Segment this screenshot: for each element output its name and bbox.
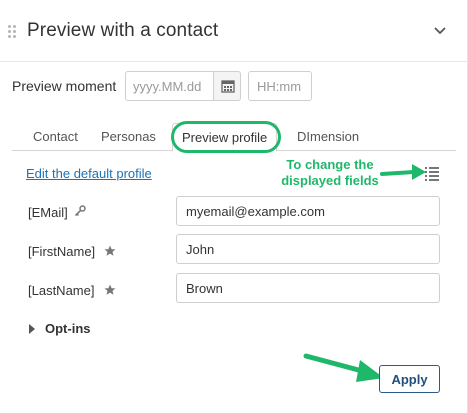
tab-preview-profile[interactable]: Preview profile — [172, 123, 278, 152]
edit-default-profile-link[interactable]: Edit the default profile — [26, 166, 152, 181]
preview-time-input[interactable] — [248, 71, 312, 101]
drag-handle-icon[interactable] — [8, 25, 18, 41]
tab-contact[interactable]: Contact — [24, 123, 87, 151]
firstname-field[interactable] — [176, 234, 440, 264]
email-field[interactable] — [176, 196, 440, 226]
apply-button[interactable]: Apply — [379, 365, 440, 393]
email-field-label: [EMail] — [28, 205, 68, 220]
key-icon — [74, 205, 86, 217]
lastname-field[interactable] — [176, 273, 440, 303]
preview-date-input[interactable] — [125, 71, 213, 101]
calendar-icon — [221, 80, 235, 93]
panel-title: Preview with a contact — [27, 20, 219, 41]
calendar-button[interactable] — [213, 71, 241, 101]
caret-right-icon — [29, 324, 35, 334]
annotation-arrow-icon — [303, 353, 384, 382]
firstname-field-label: [FirstName] — [28, 244, 96, 259]
annotation-arrow-icon — [380, 164, 426, 180]
star-icon — [104, 245, 116, 256]
preview-panel: Preview with a contact Preview moment Co… — [0, 0, 468, 413]
panel-header: Preview with a contact — [0, 0, 468, 62]
optins-label: Opt-ins — [45, 321, 91, 336]
annotation-text: To change the displayed fields — [281, 157, 379, 188]
chevron-down-icon[interactable] — [432, 24, 448, 38]
tab-bar: Contact Personas Preview profile DImensi… — [12, 123, 456, 152]
preview-moment-label: Preview moment — [12, 78, 117, 94]
star-icon — [104, 284, 116, 295]
tab-personas[interactable]: Personas — [92, 123, 165, 151]
tab-dimension[interactable]: DImension — [288, 123, 368, 151]
column-chooser-icon[interactable] — [424, 166, 440, 182]
lastname-field-label: [LastName] — [28, 283, 95, 298]
